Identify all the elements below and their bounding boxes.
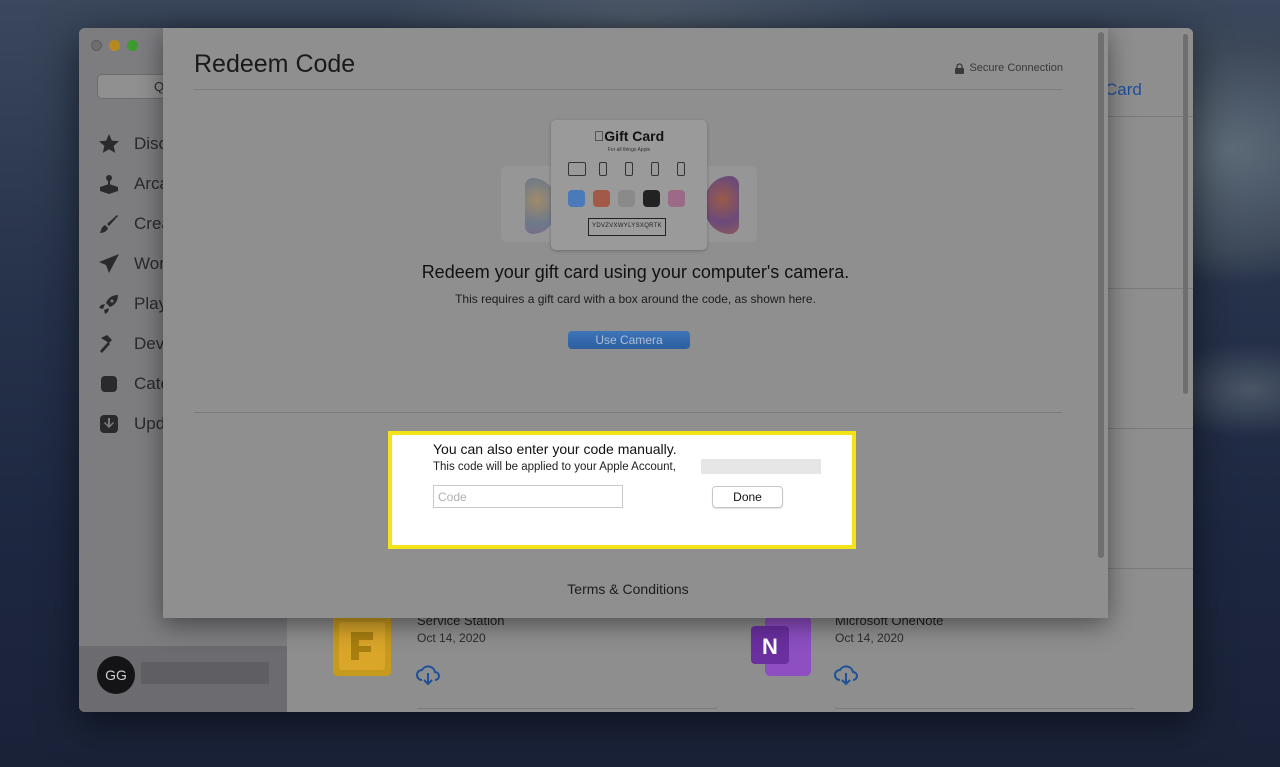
sheet-scrollbar[interactable] [1098, 32, 1104, 558]
paper-plane-icon [96, 251, 122, 277]
download-cloud-icon[interactable] [415, 664, 441, 686]
sheet-title: Redeem Code [194, 50, 356, 78]
app-date: Oct 14, 2020 [835, 631, 904, 645]
row-divider [417, 708, 717, 709]
account-name-redacted [141, 662, 269, 684]
account-bar[interactable]: GG [79, 646, 287, 712]
sidebar-item-play[interactable]: Play [96, 284, 171, 324]
row-divider [1105, 428, 1193, 429]
sidebar-item-categories[interactable]: Cate [96, 364, 171, 404]
close-window-button[interactable] [91, 40, 102, 51]
service-station-app-icon[interactable] [329, 612, 399, 682]
itunes-icon [668, 190, 685, 207]
iphone-icon [599, 162, 607, 176]
manual-entry-heading: You can also enter your code manually. [433, 441, 677, 457]
minimize-window-button[interactable] [109, 40, 120, 51]
zoom-window-button[interactable] [127, 40, 138, 51]
camera-heading: Redeem your gift card using your compute… [421, 262, 850, 282]
redeem-gift-card-link[interactable]: Card [1105, 80, 1142, 100]
row-divider [1105, 116, 1193, 117]
ipad-icon [625, 162, 633, 176]
sidebar-item-arcade[interactable]: Arca [96, 164, 171, 204]
rocket-icon [96, 291, 122, 317]
apple-tv-icon [643, 190, 660, 207]
terms-and-conditions-link[interactable]: Terms & Conditions [163, 581, 1093, 597]
done-button[interactable]: Done [712, 486, 783, 508]
brush-icon [96, 211, 122, 237]
use-camera-button[interactable]: Use Camera [568, 331, 690, 349]
gift-card-front: Gift Card For all things Apple YDVZVXWY… [551, 120, 707, 250]
sidebar-item-updates[interactable]: Upd [96, 404, 171, 444]
redeem-code-sheet: Redeem Code Secure Connection Gift Card… [163, 28, 1108, 618]
gift-card-logo: Gift Card [594, 128, 664, 144]
code-input[interactable] [433, 485, 623, 508]
hammer-icon [96, 331, 122, 357]
secure-connection-text: Secure Connection [969, 62, 1063, 74]
gift-card-illustration: Gift Card For all things Apple YDVZVXWY… [499, 120, 757, 250]
sidebar-item-develop[interactable]: Dev [96, 324, 171, 364]
sidebar-item-create[interactable]: Crea [96, 204, 171, 244]
mac-icon [568, 162, 586, 176]
app-store-icon [568, 190, 585, 207]
gift-card-sample-code: YDVZVXWYLYSXQRTK [588, 218, 666, 236]
download-arrow-icon [96, 411, 122, 437]
sidebar-item-label: Dev [134, 334, 165, 353]
airpods-icon [677, 162, 685, 176]
secure-connection-label: Secure Connection [955, 62, 1063, 74]
sidebar-item-work[interactable]: Wor [96, 244, 171, 284]
camera-subtitle: This requires a gift card with a box aro… [455, 292, 816, 306]
watch-icon [651, 162, 659, 176]
arcade-icon [593, 190, 610, 207]
service-icons-row [568, 190, 685, 207]
lock-icon [955, 62, 965, 74]
account-email-redacted [701, 459, 821, 474]
manual-code-entry-highlight: You can also enter your code manually. T… [388, 431, 856, 549]
onenote-letter: N [762, 634, 778, 659]
onenote-app-icon[interactable]: N [747, 612, 817, 682]
row-divider [1105, 288, 1193, 289]
joystick-icon [96, 171, 122, 197]
gift-card-tagline: For all things Apple [607, 147, 651, 153]
sidebar-item-discover[interactable]: Disc [96, 124, 171, 164]
manual-entry-subtitle: This code will be applied to your Apple … [433, 461, 676, 473]
row-divider [835, 708, 1135, 709]
sidebar-item-label: Upd [134, 414, 166, 433]
music-icon [618, 190, 635, 207]
sidebar-item-label: Wor [134, 254, 165, 273]
sidebar-nav: Disc Arca Crea Wor Play Dev Cate Upd [96, 124, 171, 444]
app-date: Oct 14, 2020 [417, 631, 486, 645]
stack-icon [96, 371, 122, 397]
row-divider [1105, 568, 1193, 569]
avatar[interactable]: GG [97, 656, 135, 694]
sheet-divider [194, 89, 1062, 90]
content-scrollbar[interactable] [1183, 34, 1188, 394]
window-controls [91, 40, 138, 51]
device-icons-row [568, 162, 690, 176]
download-cloud-icon[interactable] [833, 664, 859, 686]
sheet-divider [194, 412, 1062, 413]
star-icon [96, 131, 122, 157]
